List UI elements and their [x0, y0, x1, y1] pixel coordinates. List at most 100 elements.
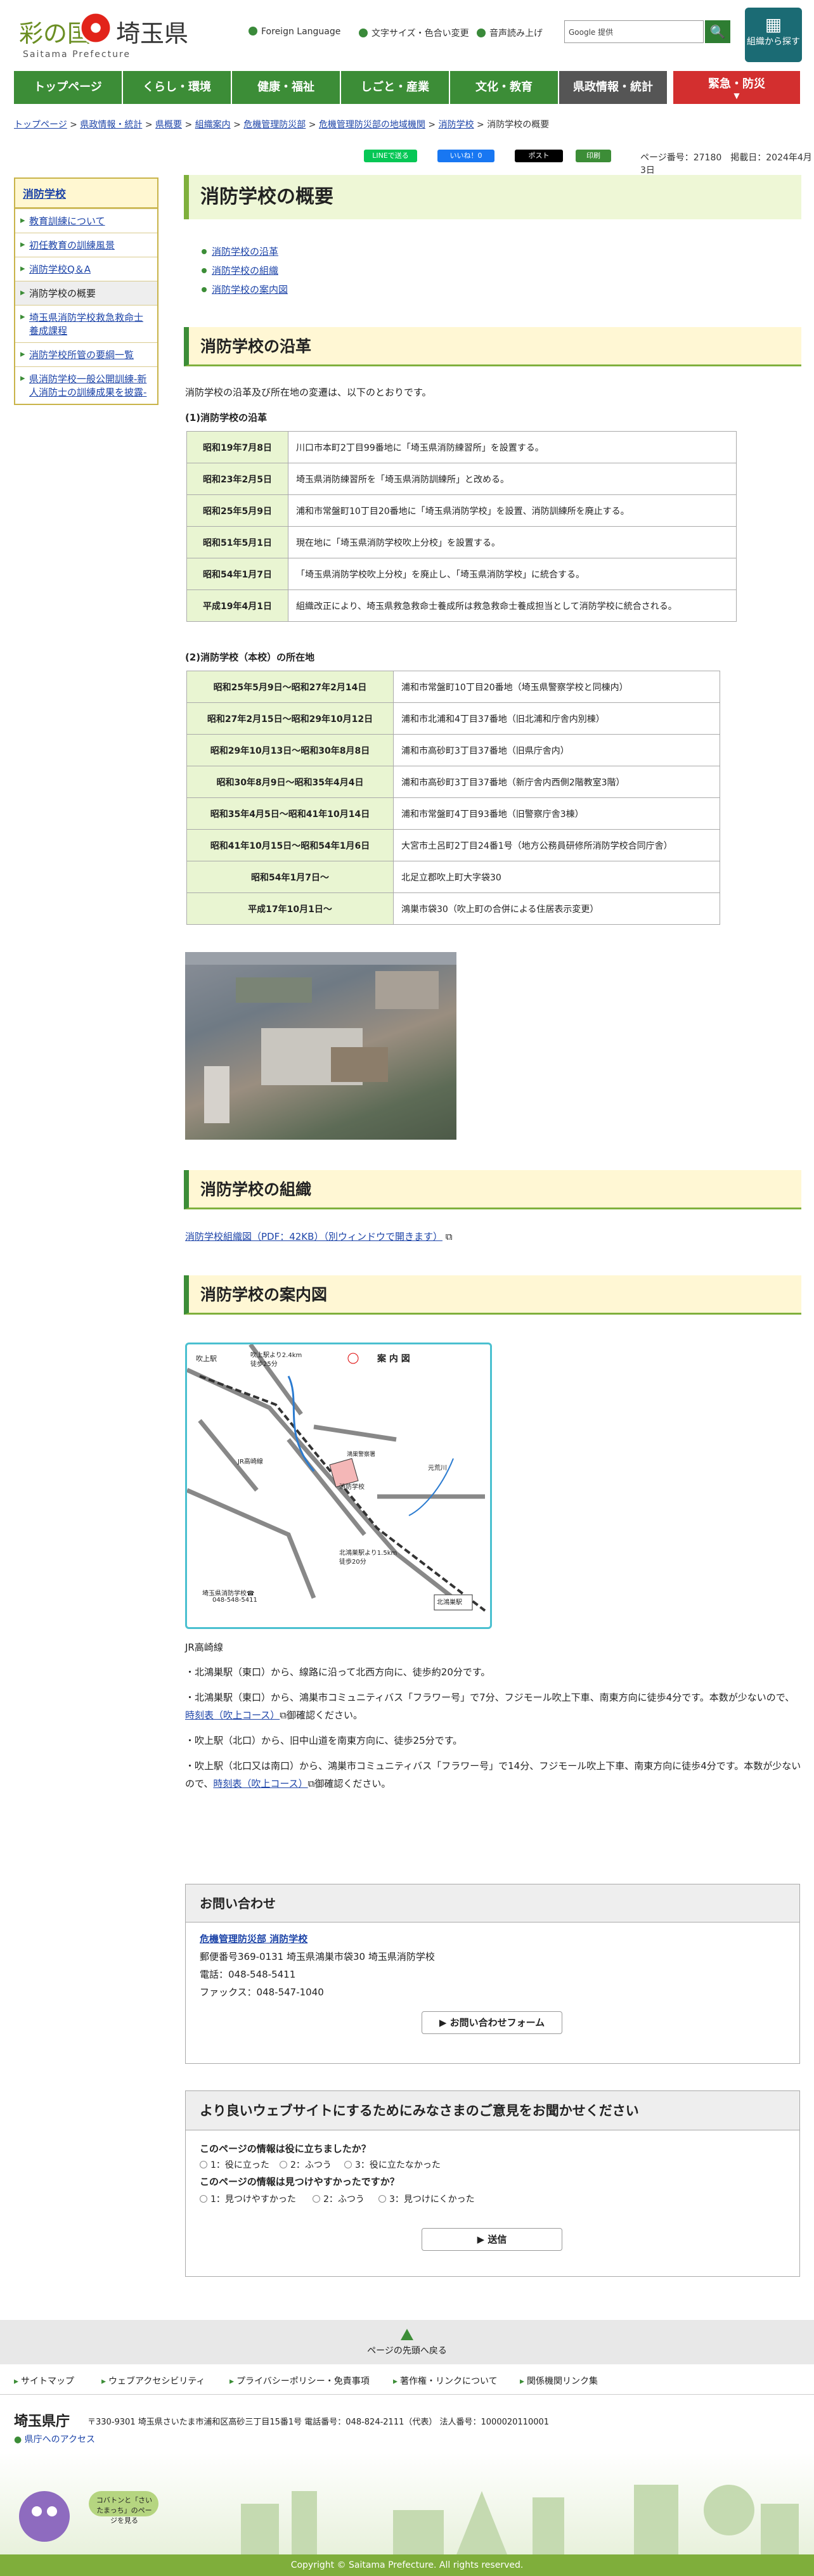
foreign-language-link[interactable]: Foreign Language — [249, 27, 340, 37]
table-row: 平成19年4月1日 組織改正により、埼玉県救急救命士養成所は救急救命士養成担当とし… — [186, 589, 737, 622]
table-row: 昭和19年7月8日 川口市本町2丁目99番地に「埼玉県消防練習所」を設置する。 — [186, 431, 737, 463]
page-info: ページ番号：27180 掲載日：2024年4月3日 — [640, 153, 812, 176]
map-label: 埼玉県消防学校☎ — [202, 1590, 255, 1597]
org-search-button[interactable]: ▦ 組織から探す — [745, 8, 802, 62]
footer-link[interactable]: サイトマップ — [14, 2374, 74, 2387]
school-aerial-photo — [185, 952, 456, 1140]
nav-top[interactable]: トップページ — [14, 71, 123, 104]
sidebar-item-current: 消防学校の概要 — [15, 281, 157, 305]
section-heading: 消防学校の組織 — [184, 1170, 801, 1209]
survey-heading: より良いウェブサイトにするためにみなさまのご意見をお聞かせください — [186, 2091, 799, 2130]
global-nav: トップページ くらし・環境 健康・福祉 しごと・産業 文化・教育 県政情報・統計 — [14, 71, 668, 104]
search-input[interactable]: Google 提供 — [564, 20, 704, 43]
pin-icon: ● — [14, 2435, 25, 2445]
print-button[interactable]: 印刷 — [576, 150, 611, 162]
survey-radio[interactable]: 3：見つけにくかった — [378, 2193, 475, 2205]
org-chart-link[interactable]: 消防学校組織図（PDF：42KB）（別ウィンドウで開きます） ⧉ — [185, 1230, 452, 1243]
x-post-button[interactable]: ポスト — [515, 150, 563, 162]
nav-culture[interactable]: 文化・教育 — [450, 71, 559, 104]
toc-item[interactable]: 消防学校の沿革 — [202, 245, 278, 258]
access-item: ・北鴻巣駅（東口）から、線路に沿って北西方向に、徒歩約20分です。 — [185, 1666, 491, 1678]
contact-fax: ファックス：048-547-1040 — [200, 1987, 324, 1998]
access-item: ・吹上駅（北口）から、旧中山道を南東方向に、徒歩25分です。 — [185, 1735, 463, 1746]
access-item: ・吹上駅（北口又は南口）から、鴻巣市コミュニティバス「フラワー号」で14分、フジ… — [185, 1760, 801, 1789]
sidebar-heading[interactable]: 消防学校 — [15, 179, 157, 209]
read-aloud-link[interactable]: 音声読み上げ — [477, 27, 543, 39]
logo-subtitle: Saitama Prefecture — [23, 49, 131, 60]
breadcrumb-current: 消防学校の概要 — [487, 120, 550, 130]
facebook-like-button[interactable]: いいね！0 — [437, 150, 494, 162]
survey-question: このページの情報は見つけやすかったですか？ — [200, 2176, 399, 2187]
toc-item[interactable]: 消防学校の組織 — [202, 264, 278, 277]
search-button[interactable]: 🔍 — [705, 20, 730, 43]
arrow-up-icon — [401, 2329, 413, 2340]
survey-box: より良いウェブサイトにするためにみなさまのご意見をお聞かせください このページの… — [185, 2090, 800, 2277]
map-label: 吹上駅 — [196, 1355, 217, 1363]
breadcrumb-item[interactable]: 消防学校 — [439, 120, 474, 130]
nav-work[interactable]: しごと・産業 — [341, 71, 450, 104]
location-table: 昭和25年5月9日～昭和27年2月14日 浦和市常盤町10丁目20番地（埼玉県警察… — [186, 671, 720, 925]
nav-government[interactable]: 県政情報・統計 — [559, 71, 668, 104]
footer-link[interactable]: ウェブアクセシビリティ — [101, 2374, 205, 2387]
toc-item[interactable]: 消防学校の案内図 — [202, 283, 288, 296]
survey-radio[interactable]: 1：見つけやすかった — [200, 2193, 296, 2205]
map-label: JR高崎線 — [238, 1459, 263, 1465]
map-label: 048-548-5411 — [212, 1597, 257, 1604]
survey-radio[interactable]: 3：役に立たなかった — [344, 2158, 441, 2171]
breadcrumb-item[interactable]: 組織案内 — [195, 120, 231, 130]
contact-box: お問い合わせ 危機管理防災部 消防学校 郵便番号369-0131 埼玉県鴻巣市袋… — [185, 1884, 800, 2064]
survey-radio[interactable]: 2：ふつう — [313, 2193, 365, 2205]
chevron-down-icon: ▼ — [733, 91, 740, 100]
history-subheading: (1)消防学校の沿革 — [185, 412, 268, 423]
nav-life[interactable]: くらし・環境 — [123, 71, 232, 104]
section-heading: 消防学校の沿革 — [184, 327, 801, 366]
speaker-icon — [477, 29, 486, 37]
back-to-top[interactable]: ページの先頭へ戻る — [0, 2320, 814, 2364]
footer-access-link[interactable]: ● 県庁へのアクセス — [14, 2433, 95, 2445]
table-row: 昭和35年4月5日～昭和41年10月14日 浦和市常盤町4丁目93番地（旧警察庁舎… — [186, 797, 720, 830]
sidebar-item[interactable]: 県消防学校一般公開訓練-新人消防士の訓練成果を披露- — [15, 366, 157, 404]
survey-radio[interactable]: 2：ふつう — [280, 2158, 332, 2171]
breadcrumb-item[interactable]: トップページ — [14, 120, 67, 130]
nav-emergency[interactable]: 緊急・防災 ▼ — [673, 71, 800, 104]
bullet-icon — [202, 268, 207, 273]
text-size-link[interactable]: 文字サイズ・色合い変更 — [359, 27, 469, 39]
breadcrumb-item[interactable]: 県概要 — [155, 120, 182, 130]
contact-form-button[interactable]: ▶ お問い合わせフォーム — [422, 2011, 562, 2034]
sidebar-item[interactable]: 教育訓練について — [15, 209, 157, 233]
mascot-banner-link[interactable]: コバトンと「さいたまっち」のページを見る — [94, 2495, 155, 2525]
external-window-icon: ⧉ — [307, 1778, 315, 1789]
sidebar-item[interactable]: 消防学校Q＆A — [15, 257, 157, 281]
sidebar-item[interactable]: 消防学校所管の要綱一覧 — [15, 342, 157, 366]
breadcrumb-item[interactable]: 危機管理防災部 — [243, 120, 306, 130]
sidebar: 消防学校 教育訓練について 初任教育の訓練風景 消防学校Q＆A 消防学校の概要 … — [14, 177, 158, 405]
survey-submit-button[interactable]: ▶ 送信 — [422, 2228, 562, 2251]
timetable-link[interactable]: 時刻表（吹上コース） — [185, 1710, 280, 1721]
footer-address: 〒330-9301 埼玉県さいたま市浦和区高砂三丁目15番1号 電話番号：048… — [87, 2418, 550, 2427]
contact-dept-link[interactable]: 危機管理防災部 消防学校 — [200, 1933, 307, 1945]
sidebar-item[interactable]: 初任教育の訓練風景 — [15, 233, 157, 257]
footer-org-name: 埼玉県庁 — [14, 2414, 70, 2430]
table-row: 昭和41年10月15日～昭和54年1月6日 大宮市土呂町2丁目24番1号（地方公務… — [186, 829, 720, 861]
table-row: 昭和23年2月5日 埼玉県消防練習所を「埼玉県消防訓練所」と改める。 — [186, 463, 737, 495]
logo-prefecture[interactable]: 埼玉県 — [116, 14, 188, 49]
nav-health[interactable]: 健康・福祉 — [232, 71, 341, 104]
survey-radio[interactable]: 1：役に立った — [200, 2158, 269, 2171]
survey-question: このページの情報は役に立ちましたか？ — [200, 2143, 371, 2154]
line-share-button[interactable]: LINEで送る — [364, 150, 417, 162]
table-row: 昭和29年10月13日～昭和30年8月8日 浦和市高砂町3丁目37番地（旧県庁舎内… — [186, 734, 720, 766]
page-title: 消防学校の概要 — [200, 186, 333, 208]
location-subheading: (2)消防学校（本校）の所在地 — [185, 652, 315, 663]
timetable-link[interactable]: 時刻表（吹上コース） — [213, 1778, 307, 1789]
footer-link[interactable]: 著作権・リンクについて — [393, 2374, 498, 2387]
footer-link[interactable]: プライバシーポリシー・免責事項 — [229, 2374, 370, 2387]
site-header: 彩の国 埼玉県 Saitama Prefecture Foreign Langu… — [0, 0, 814, 70]
table-row: 昭和27年2月15日～昭和29年10月12日 浦和市北浦和4丁目37番地（旧北浦和… — [186, 702, 720, 735]
breadcrumb-item[interactable]: 危機管理防災部の地域機関 — [319, 120, 425, 130]
sidebar-item[interactable]: 埼玉県消防学校救急救命士養成課程 — [15, 305, 157, 342]
prefecture-logo-icon[interactable] — [79, 11, 112, 44]
footer-link[interactable]: 関係機関リンク集 — [520, 2374, 598, 2387]
table-row: 昭和54年1月7日～ 北足立郡吹上町大字袋30 — [186, 861, 720, 893]
breadcrumb-item[interactable]: 県政情報・統計 — [80, 120, 142, 130]
aerial-photo-shapes — [185, 952, 456, 1123]
